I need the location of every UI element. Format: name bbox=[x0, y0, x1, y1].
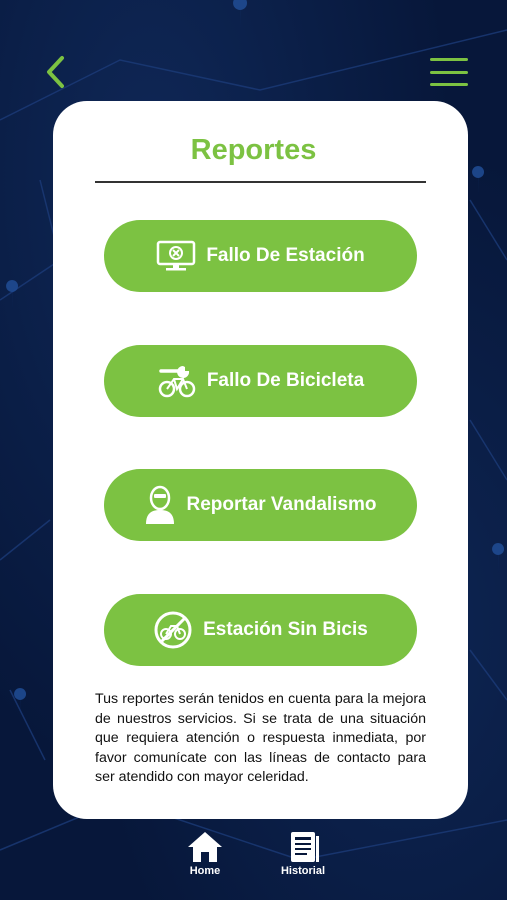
nav-home[interactable]: Home bbox=[184, 830, 226, 877]
nav-history[interactable]: Historial bbox=[278, 830, 328, 877]
station-no-bikes-button[interactable]: Estación Sin Bicis bbox=[104, 594, 417, 666]
station-failure-label: Fallo De Estación bbox=[206, 245, 365, 266]
home-icon bbox=[188, 832, 222, 862]
back-button[interactable] bbox=[38, 52, 72, 92]
history-document-icon bbox=[291, 832, 319, 862]
report-vandalism-label: Reportar Vandalismo bbox=[186, 494, 377, 515]
report-vandalism-button[interactable]: Reportar Vandalismo bbox=[104, 469, 417, 541]
station-failure-button[interactable]: Fallo De Estación bbox=[104, 220, 417, 292]
nav-home-label: Home bbox=[189, 865, 221, 877]
hamburger-menu-icon bbox=[430, 58, 468, 61]
chevron-left-icon bbox=[47, 56, 64, 88]
no-bicycle-icon bbox=[153, 610, 193, 650]
monitor-error-icon bbox=[156, 240, 196, 272]
page-title: Reportes bbox=[190, 134, 317, 166]
bicycle-failure-button[interactable]: Fallo De Bicicleta bbox=[104, 345, 417, 417]
menu-button[interactable] bbox=[430, 58, 468, 86]
bicycle-wrench-icon bbox=[157, 363, 197, 399]
nav-history-label: Historial bbox=[280, 865, 325, 877]
masked-person-icon bbox=[144, 485, 176, 525]
station-no-bikes-label: Estación Sin Bicis bbox=[203, 619, 368, 640]
bottom-nav: Home Historial bbox=[0, 830, 507, 890]
title-divider bbox=[95, 181, 426, 183]
info-text: Tus reportes serán tenidos en cuenta par… bbox=[95, 691, 426, 785]
bicycle-failure-label: Fallo De Bicicleta bbox=[206, 370, 365, 391]
